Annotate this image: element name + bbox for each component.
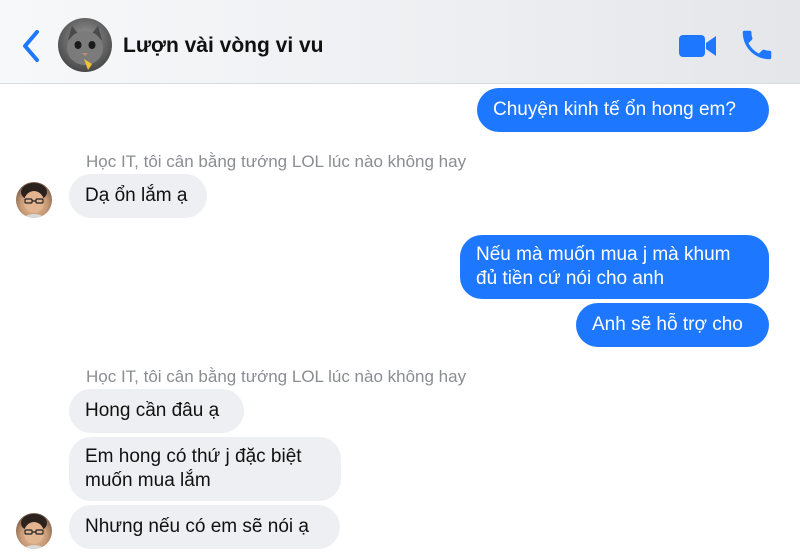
message-text-line: muốn mua lắm [85, 470, 211, 491]
back-button[interactable] [14, 26, 48, 66]
message-text: Nhưng nếu có em sẽ nói ạ [85, 516, 309, 537]
message-outgoing[interactable]: Chuyện kinh tế ổn hong em? [477, 88, 769, 132]
message-incoming[interactable]: Nhưng nếu có em sẽ nói ạ [69, 505, 340, 549]
message-text: Chuyện kinh tế ổn hong em? [493, 99, 736, 120]
sender-avatar[interactable] [16, 513, 52, 549]
video-camera-icon [679, 35, 716, 57]
sender-avatar[interactable] [16, 182, 52, 218]
chat-header: Lượn vài vòng vi vu [0, 0, 800, 84]
chat-title[interactable]: Lượn vài vòng vi vu [123, 34, 324, 58]
cat-photo-icon [67, 26, 103, 70]
chat-screen: Lượn vài vòng vi vu Chuyện kinh tế ổn ho… [0, 0, 800, 559]
message-text: Anh sẽ hỗ trợ cho [592, 314, 743, 335]
sender-name: Học IT, tôi cân bằng tướng LOL lúc nào k… [86, 367, 467, 386]
message-text: Dạ ổn lắm ạ [85, 185, 188, 206]
message-text-line: đủ tiền cứ nói cho anh [476, 268, 665, 289]
message-incoming[interactable]: Em hong có thứ j đặc biệt muốn mua lắm [69, 437, 341, 501]
message-outgoing[interactable]: Anh sẽ hỗ trợ cho [576, 303, 769, 347]
video-call-button[interactable] [678, 31, 718, 61]
chevron-left-icon [23, 30, 39, 62]
phone-icon [742, 30, 772, 60]
message-outgoing[interactable]: Nếu mà muốn mua j mà khum đủ tiền cứ nói… [460, 235, 769, 299]
message-incoming[interactable]: Dạ ổn lắm ạ [69, 174, 207, 218]
message-incoming[interactable]: Hong cần đâu ạ [69, 389, 244, 433]
group-avatar[interactable] [58, 18, 112, 72]
person-photo-icon [21, 183, 47, 218]
message-list[interactable]: Chuyện kinh tế ổn hong em? Học IT, tôi c… [0, 84, 800, 559]
sender-name: Học IT, tôi cân bằng tướng LOL lúc nào k… [86, 152, 467, 171]
message-text-line: Nếu mà muốn mua j mà khum [476, 244, 731, 265]
message-text: Hong cần đâu ạ [85, 400, 220, 421]
message-text-line: Em hong có thứ j đặc biệt [85, 446, 302, 467]
person-photo-icon [21, 514, 47, 549]
voice-call-button[interactable] [738, 26, 776, 64]
